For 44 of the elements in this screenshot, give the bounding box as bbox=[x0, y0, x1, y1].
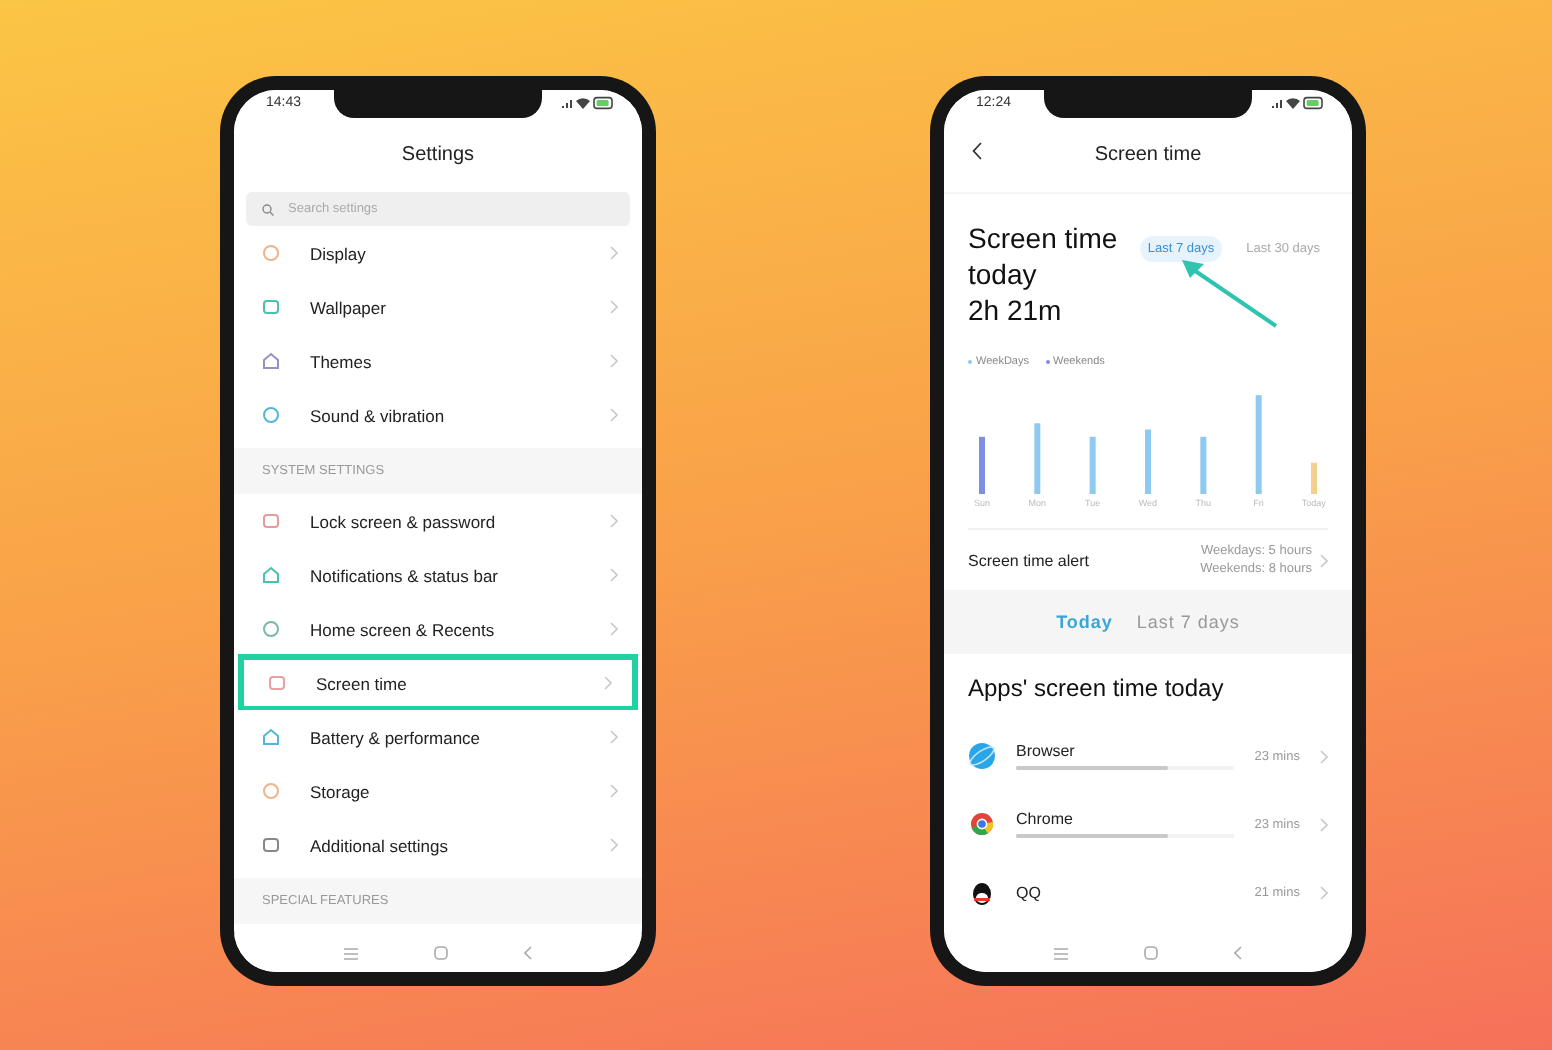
setting-icon bbox=[268, 674, 286, 692]
setting-icon bbox=[262, 782, 280, 800]
chevron-icon bbox=[610, 246, 618, 260]
chevron-icon bbox=[610, 514, 618, 528]
screen-title: Screen time bbox=[1094, 143, 1202, 165]
summary-text: today bbox=[968, 256, 1039, 292]
chevron-icon bbox=[610, 408, 618, 422]
setting-icon bbox=[262, 566, 280, 584]
chevron-icon bbox=[610, 838, 618, 852]
screen-title: Settings bbox=[401, 143, 475, 165]
apps-heading: Apps' screen time today bbox=[968, 674, 1226, 702]
summary-text: 2h 21m bbox=[968, 292, 1064, 328]
setting-icon bbox=[262, 836, 280, 854]
setting-icon bbox=[262, 406, 280, 424]
chevron-icon bbox=[1320, 817, 1328, 831]
menu-icon[interactable] bbox=[344, 947, 358, 959]
chevron-icon bbox=[610, 622, 618, 636]
app-icon bbox=[968, 878, 996, 906]
menu-icon[interactable] bbox=[1054, 947, 1068, 959]
chevron-icon bbox=[604, 676, 612, 690]
status-icons bbox=[1272, 96, 1324, 110]
home-icon[interactable] bbox=[1144, 946, 1158, 960]
back-icon[interactable] bbox=[972, 142, 982, 160]
chevron-icon bbox=[610, 730, 618, 744]
status-icons bbox=[562, 96, 614, 110]
summary-text: Screen time bbox=[968, 220, 1118, 256]
app-icon bbox=[968, 810, 996, 838]
setting-icon bbox=[262, 728, 280, 746]
setting-icon bbox=[262, 620, 280, 638]
setting-icon bbox=[262, 352, 280, 370]
highlighted-settings-row[interactable]: Screen time bbox=[240, 656, 636, 710]
chevron-icon bbox=[610, 784, 618, 798]
chevron-icon bbox=[610, 354, 618, 368]
chevron-icon bbox=[610, 300, 618, 314]
setting-icon bbox=[262, 512, 280, 530]
app-icon bbox=[968, 742, 996, 770]
chevron-icon bbox=[1320, 885, 1328, 899]
chevron-icon bbox=[1320, 553, 1328, 567]
chevron-icon bbox=[610, 568, 618, 582]
annotation-arrow bbox=[1180, 258, 1280, 330]
chevron-icon bbox=[1320, 749, 1328, 763]
home-icon[interactable] bbox=[434, 946, 448, 960]
setting-icon bbox=[262, 244, 280, 262]
setting-icon bbox=[262, 298, 280, 316]
